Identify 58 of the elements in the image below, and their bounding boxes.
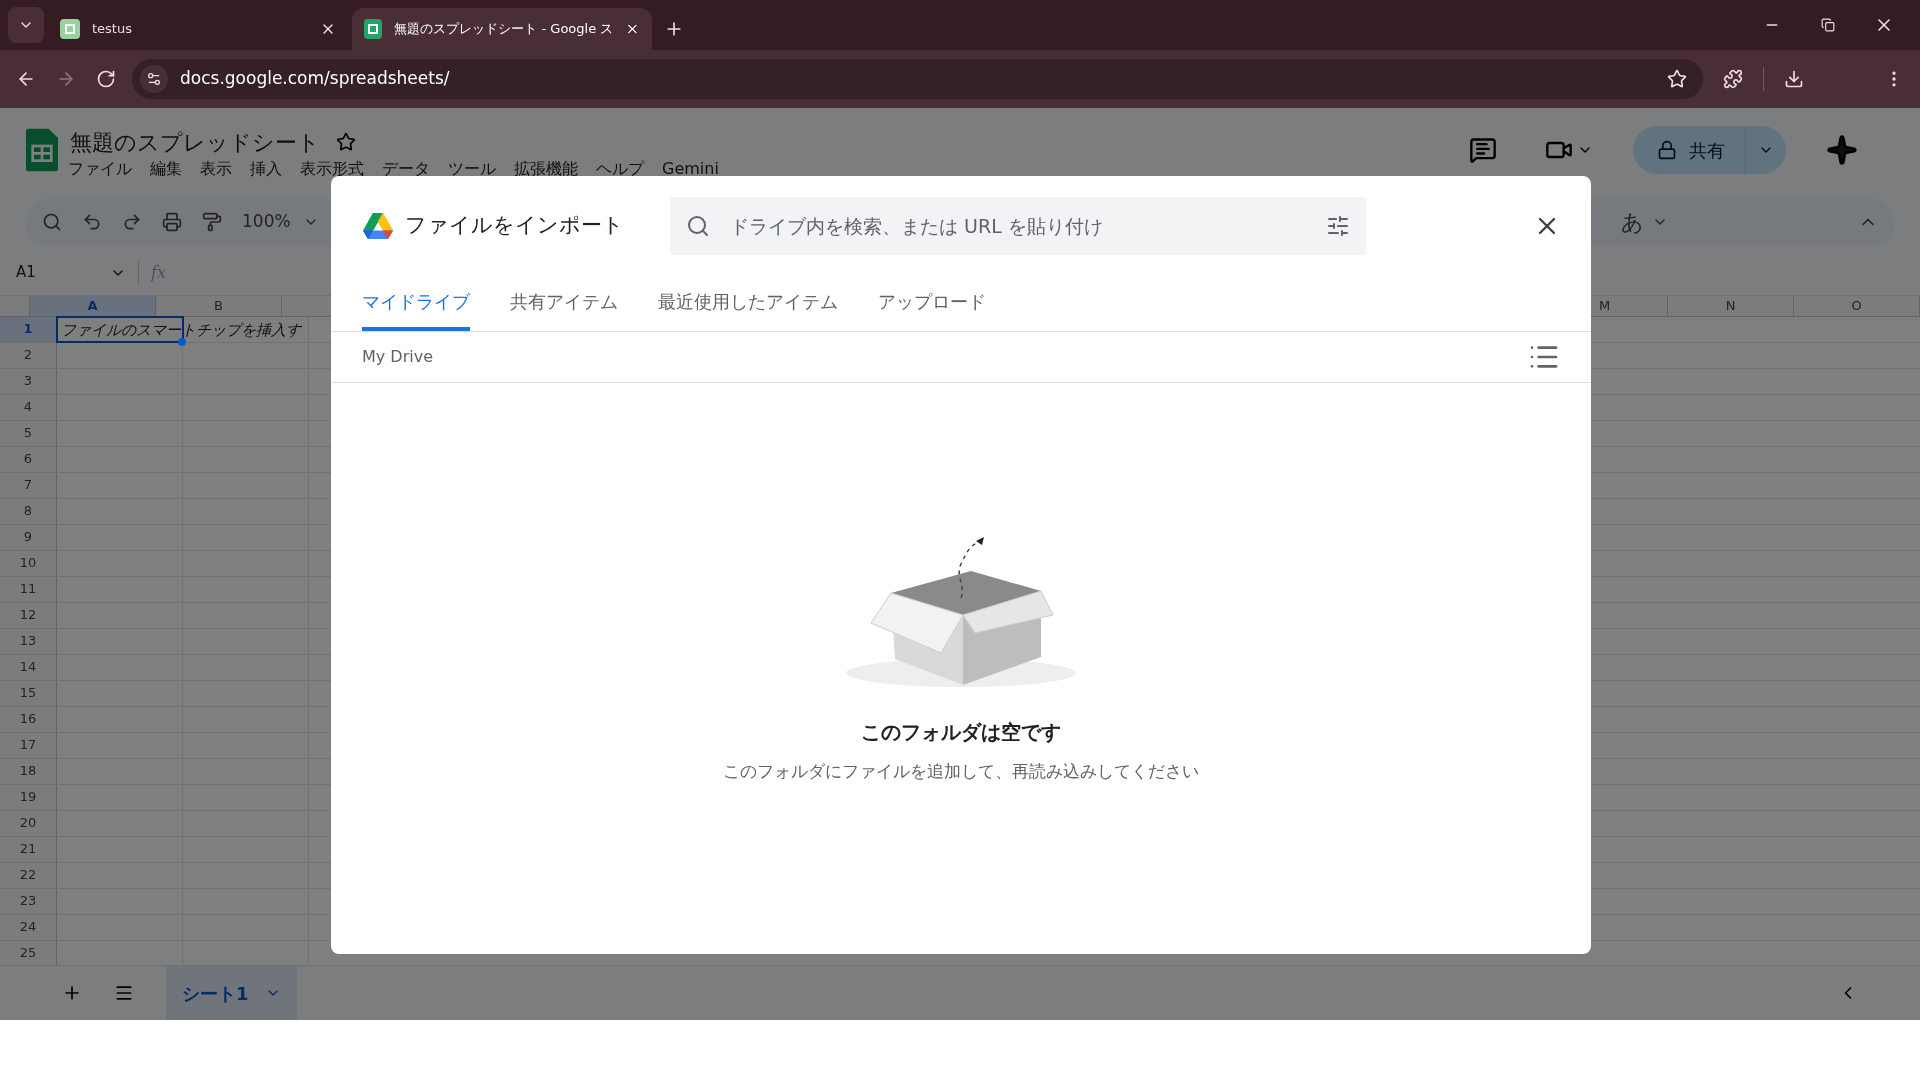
menu-item[interactable]: Gemini bbox=[662, 158, 719, 179]
dialog-tab[interactable]: マイドライブ bbox=[362, 276, 470, 331]
fill-handle[interactable] bbox=[178, 337, 186, 346]
address-bar[interactable]: docs.google.com/spreadsheets/ bbox=[132, 59, 1703, 99]
spreadsheet-logo-icon bbox=[26, 128, 58, 172]
sheets-favicon-icon bbox=[364, 19, 383, 39]
redo-icon[interactable] bbox=[122, 212, 142, 232]
menu-item[interactable]: 表示 bbox=[200, 158, 232, 179]
sheet-tab[interactable]: シート1 bbox=[166, 966, 297, 1020]
name-box[interactable]: A1 bbox=[16, 261, 126, 284]
input-tools-dropdown[interactable]: あ bbox=[1621, 205, 1668, 239]
tab-title: testus bbox=[92, 19, 133, 38]
dialog-tab[interactable]: 最近使用したアイテム bbox=[658, 276, 838, 331]
paint-format-icon[interactable] bbox=[202, 212, 222, 232]
tab-list-button[interactable] bbox=[8, 7, 44, 43]
filter-sliders-icon[interactable] bbox=[1326, 214, 1350, 238]
undo-icon[interactable] bbox=[82, 212, 102, 232]
tab-title: 無題のスプレッドシート - Google ス bbox=[394, 19, 614, 38]
menu-item[interactable]: ファイル bbox=[68, 158, 132, 179]
print-icon[interactable] bbox=[162, 212, 182, 232]
dialog-title: ファイルをインポート bbox=[405, 212, 625, 240]
browser-tab[interactable]: testus bbox=[48, 8, 348, 50]
column-header[interactable]: B bbox=[156, 296, 282, 316]
menu-item[interactable]: ツール bbox=[448, 158, 496, 179]
bookmark-star-icon[interactable] bbox=[1667, 69, 1687, 89]
extensions-icon[interactable] bbox=[1723, 69, 1743, 89]
menu-item[interactable]: ヘルプ bbox=[596, 158, 644, 179]
url-text: docs.google.com/spreadsheets/ bbox=[180, 67, 450, 91]
dialog-tab[interactable]: アップロード bbox=[878, 276, 986, 331]
browser-tab[interactable]: 無題のスプレッドシート - Google ス bbox=[352, 8, 652, 50]
column-header[interactable]: A bbox=[30, 296, 156, 316]
search-field[interactable]: ドライブ内を検索、または URL を貼り付け bbox=[670, 197, 1366, 255]
column-header[interactable]: N bbox=[1668, 296, 1794, 316]
search-icon bbox=[686, 214, 710, 238]
zoom-dropdown[interactable]: 100% bbox=[242, 209, 319, 235]
dialog-tab[interactable]: 共有アイテム bbox=[510, 276, 618, 331]
star-icon[interactable] bbox=[336, 132, 356, 152]
sheets-favicon-icon bbox=[60, 19, 80, 39]
column-header[interactable]: O bbox=[1794, 296, 1920, 316]
reload-icon[interactable] bbox=[96, 69, 116, 89]
sparkle-icon[interactable] bbox=[1826, 134, 1858, 166]
search-icon[interactable] bbox=[42, 212, 62, 232]
empty-message: このフォルダにファイルを追加して、再読み込みしてください bbox=[723, 760, 1199, 783]
menu-item[interactable]: データ bbox=[382, 158, 430, 179]
comment-icon[interactable] bbox=[1469, 136, 1497, 164]
document-title[interactable]: 無題のスプレッドシート bbox=[70, 125, 320, 159]
cell-text: ファイルのスマートチップを挿入す bbox=[61, 319, 301, 341]
breadcrumb[interactable]: My Drive bbox=[362, 345, 433, 369]
drive-logo-icon bbox=[363, 212, 393, 240]
empty-title: このフォルダは空です bbox=[861, 719, 1061, 746]
lock-icon bbox=[1657, 140, 1677, 160]
site-settings-icon[interactable] bbox=[140, 65, 168, 93]
menu-item[interactable]: 拡張機能 bbox=[514, 158, 578, 179]
menu-item[interactable]: 挿入 bbox=[250, 158, 282, 179]
menu-item[interactable]: 表示形式 bbox=[300, 158, 364, 179]
menu-item[interactable]: 編集 bbox=[150, 158, 182, 179]
download-icon[interactable] bbox=[1784, 69, 1804, 89]
menu-icon[interactable] bbox=[114, 983, 134, 1003]
